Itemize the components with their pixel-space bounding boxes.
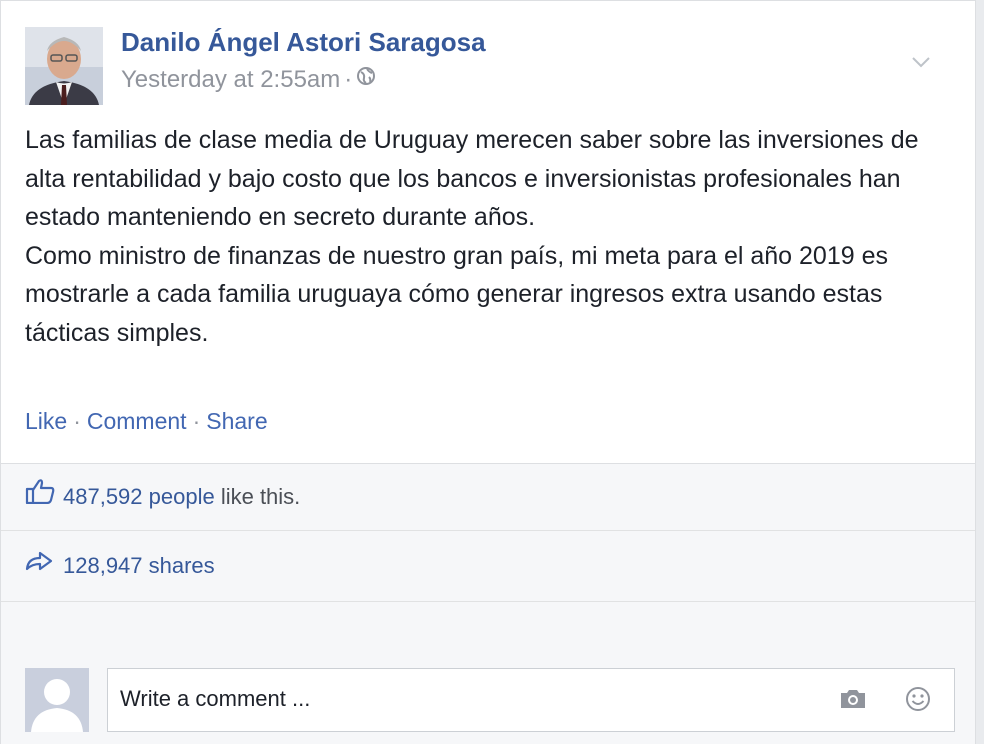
likes-row: 487,592 people like this.: [1, 464, 975, 531]
viewer-avatar: [25, 668, 89, 732]
author-photo: [25, 27, 103, 105]
comment-composer: Write a comment ...: [25, 668, 955, 732]
chevron-down-icon[interactable]: [911, 55, 931, 73]
post-paragraph: Las familias de clase media de Uruguay m…: [25, 126, 919, 231]
post-paragraph: Como ministro de finanzas de nuestro gra…: [25, 241, 888, 347]
shares-row: 128,947 shares: [1, 531, 975, 602]
comment-link[interactable]: Comment: [87, 408, 187, 434]
post-card: Danilo Ángel Astori Saragosa Yesterday a…: [0, 0, 976, 744]
author-avatar[interactable]: [25, 27, 103, 105]
post-actions: Like · Comment · Share: [25, 406, 268, 436]
feedback-section: 487,592 people like this. 128,947 shares…: [1, 463, 975, 744]
post-timestamp[interactable]: Yesterday at 2:55am: [121, 66, 340, 93]
post-meta: Yesterday at 2:55am ·: [121, 65, 376, 95]
action-separator: ·: [73, 408, 81, 434]
likers-link[interactable]: 487,592 people: [63, 484, 215, 509]
thumbs-up-icon: [25, 478, 55, 512]
shares-summary: 128,947 shares: [25, 551, 215, 581]
camera-icon[interactable]: [838, 687, 868, 716]
meta-separator: ·: [344, 66, 353, 93]
shares-link[interactable]: 128,947 shares: [63, 553, 215, 578]
likes-summary: 487,592 people like this.: [25, 479, 301, 512]
share-arrow-icon: [25, 548, 55, 580]
like-link[interactable]: Like: [25, 408, 67, 434]
comment-field[interactable]: Write a comment ...: [107, 668, 955, 732]
likes-suffix: like this.: [214, 484, 301, 509]
share-link[interactable]: Share: [206, 408, 267, 434]
globe-icon[interactable]: [356, 64, 376, 94]
emoji-icon[interactable]: [904, 685, 932, 718]
action-separator: ·: [192, 408, 201, 434]
comment-input[interactable]: Write a comment ...: [120, 685, 310, 713]
post-body: Las familias de clase media de Uruguay m…: [25, 121, 945, 352]
post-header: Danilo Ángel Astori Saragosa Yesterday a…: [25, 27, 955, 105]
author-name[interactable]: Danilo Ángel Astori Saragosa: [121, 27, 486, 57]
